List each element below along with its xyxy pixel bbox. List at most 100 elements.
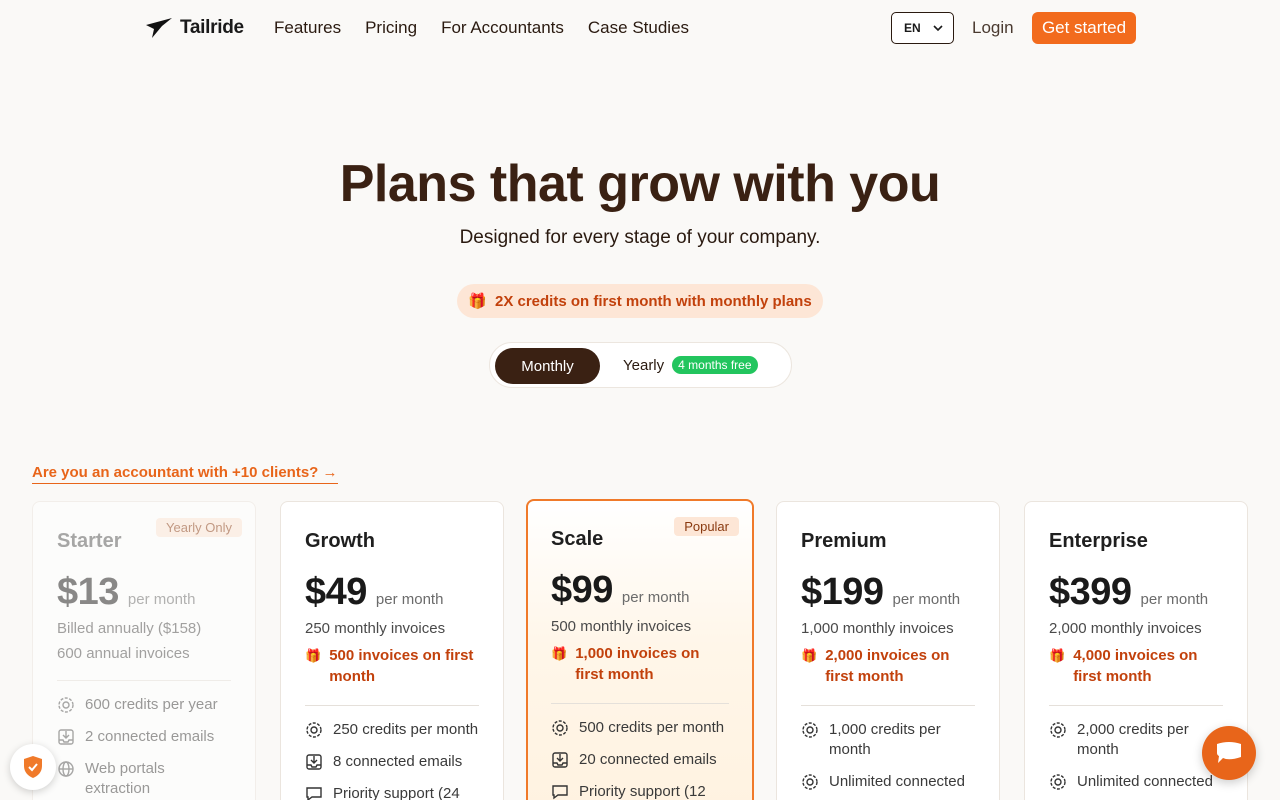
price-row: $199 per month [801,571,975,614]
chat-widget-button[interactable] [1202,726,1256,780]
price-row: $399 per month [1049,571,1223,614]
plan-badge: Popular [674,517,739,536]
price-period: per month [892,591,961,608]
card-divider [801,705,975,706]
feature-text: Unlimited connected [829,773,965,790]
feature-text: Priority support (12 [579,783,706,800]
nav-link-features[interactable]: Features [274,18,341,38]
nav-links: Features Pricing For Accountants Case St… [274,18,689,38]
gear-icon [1050,774,1066,790]
accountant-link[interactable]: Are you an accountant with +10 clients? … [32,464,338,484]
feature-item: 2,000 credits per month [1049,720,1223,760]
plan-name: Growth [305,530,375,552]
gift-icon: 🎁 [1049,648,1066,663]
feature-item: Web portals extraction [57,759,231,799]
feature-item: Priority support (12 [551,782,729,800]
plan-price: $13 [57,571,119,613]
gear-icon [1050,722,1066,738]
plan-card-starter: Yearly Only Starter $13 per month Billed… [32,501,256,800]
gift-icon: 🎁 [801,648,818,663]
feature-text: 250 credits per month [333,721,479,738]
plan-badge: Yearly Only [156,518,242,537]
promo-text: 2X credits on first month with monthly p… [494,292,812,310]
card-divider [1049,705,1223,706]
gear-icon [802,722,818,738]
plan-price: $99 [551,569,613,611]
gear-icon [58,697,74,713]
card-divider [305,705,479,706]
gift-icon: 🎁 [468,293,487,310]
plan-bonus: 🎁 1,000 invoices on first month [551,643,729,685]
feature-item: 500 credits per month [551,718,729,738]
brand-logo[interactable]: Tailride [144,16,244,40]
feature-item: 1,000 credits per month [801,720,975,760]
feature-text: 600 credits per year [85,696,218,713]
feature-item: 250 credits per month [305,720,479,740]
brand-name: Tailride [180,17,244,38]
top-navigation: Tailride Features Pricing For Accountant… [0,0,1280,56]
feature-item: 600 credits per year [57,695,231,715]
bonus-text: 4,000 invoices on first month [1073,647,1198,685]
promo-banner: 🎁 2X credits on first month with monthly… [457,284,823,318]
price-period: per month [1140,591,1209,608]
feature-item: Priority support (24 [305,784,479,800]
gift-icon: 🎁 [305,648,322,663]
chat-icon [552,785,568,800]
gear-icon [306,722,322,738]
plan-detail: 250 monthly invoices [305,620,446,637]
price-period: per month [375,591,444,608]
feature-item: 20 connected emails [551,750,729,770]
feature-text: Unlimited connected [1077,773,1213,790]
price-period: per month [127,591,196,608]
price-period: per month [621,589,690,606]
gear-icon [552,720,568,736]
gear-icon [802,774,818,790]
language-value: EN [904,21,921,35]
plan-card-premium[interactable]: Premium $199 per month 1,000 monthly inv… [776,501,1000,800]
feature-item: Unlimited connected [801,772,975,792]
nav-link-for-accountants[interactable]: For Accountants [441,18,564,38]
inbox-icon [58,729,74,745]
bonus-text: 1,000 invoices on first month [575,645,700,683]
inbox-icon [552,752,568,768]
bonus-text: 500 invoices on first month [329,647,474,685]
plan-detail: 500 monthly invoices [551,618,692,635]
chat-icon [1217,742,1241,763]
login-link[interactable]: Login [972,18,1014,38]
toggle-monthly[interactable]: Monthly [495,348,600,384]
plan-detail: 1,000 monthly invoices [801,620,954,637]
globe-icon [58,761,74,777]
feature-text: 20 connected emails [579,751,717,768]
card-divider [551,703,729,704]
feature-item: 2 connected emails [57,727,231,747]
feature-text: Web portals extraction [85,760,165,797]
nav-link-pricing[interactable]: Pricing [365,18,417,38]
page-subtitle: Designed for every stage of your company… [459,227,821,248]
privacy-shield-button[interactable] [10,744,56,790]
card-divider [57,680,231,681]
toggle-yearly[interactable]: Yearly 4 months free [623,356,758,374]
billing-toggle: Monthly Yearly 4 months free [489,342,792,388]
plan-price: $399 [1049,571,1132,613]
language-select[interactable]: EN [891,12,954,44]
chat-icon [306,787,322,800]
toggle-yearly-label: Yearly [623,356,665,374]
feature-text: 2 connected emails [85,728,215,745]
chevron-down-icon [933,25,943,32]
nav-link-case-studies[interactable]: Case Studies [588,18,689,38]
plan-bonus: 🎁 500 invoices on first month [305,645,479,687]
get-started-button[interactable]: Get started [1032,12,1136,44]
plan-card-growth[interactable]: Growth $49 per month 250 monthly invoice… [280,501,504,800]
price-row: $99 per month [551,569,729,612]
page-title: Plans that grow with you [339,155,941,213]
feature-text: Priority support (24 [333,785,460,800]
plan-card-scale[interactable]: Popular Scale $99 per month 500 monthly … [526,499,754,800]
plan-price: $199 [801,571,884,613]
plan-price: $49 [305,571,367,613]
feature-item: Unlimited connected [1049,772,1223,792]
plan-bonus: 🎁 2,000 invoices on first month [801,645,975,687]
feature-item: 8 connected emails [305,752,479,772]
plan-detail: 2,000 monthly invoices [1049,620,1202,637]
price-row: $49 per month [305,571,479,614]
shield-icon [24,756,42,778]
